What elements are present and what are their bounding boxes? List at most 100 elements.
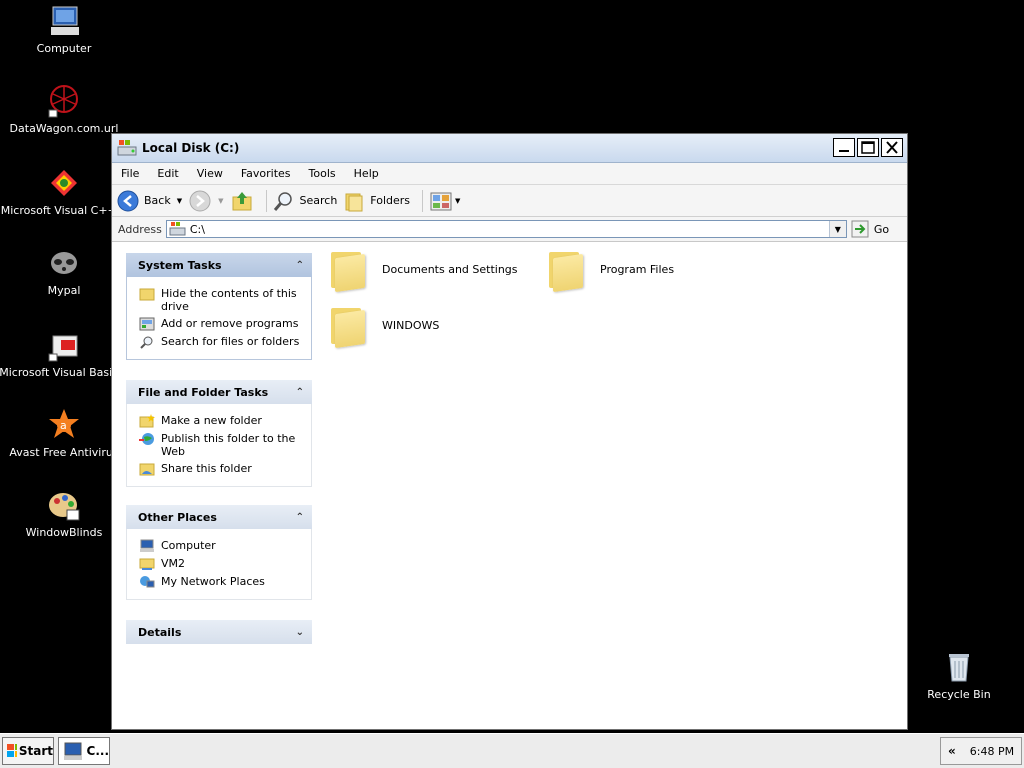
other-places-header[interactable]: Other Places ⌃ <box>126 505 312 529</box>
menu-tools[interactable]: Tools <box>300 167 345 180</box>
drive-icon <box>117 138 137 158</box>
back-arrow-icon <box>117 190 139 211</box>
add-remove-programs-icon <box>139 317 155 331</box>
collapse-chevron-icon[interactable]: ⌃ <box>296 387 304 398</box>
details-panel: Details ⌄ <box>126 620 312 644</box>
back-dropdown-icon[interactable]: ▼ <box>177 197 182 205</box>
drive-icon <box>169 222 186 236</box>
datawagon-icon <box>47 84 81 118</box>
start-button[interactable]: Start <box>2 737 54 765</box>
views-icon <box>430 192 452 210</box>
window-title: Local Disk (C:) <box>142 141 240 155</box>
other-places-panel: Other Places ⌃ Computer VM2 My Network P… <box>126 505 312 600</box>
taskbar-button-local-disk[interactable]: C... <box>58 737 110 765</box>
folder-icon <box>331 250 365 293</box>
place-vm2[interactable]: VM2 <box>139 557 303 571</box>
folder-icon <box>139 288 155 301</box>
share-folder-icon <box>139 463 155 476</box>
menu-file[interactable]: File <box>112 167 148 180</box>
recycle-bin-icon <box>942 650 976 684</box>
task-search-files[interactable]: Search for files or folders <box>139 335 303 349</box>
minimize-button[interactable] <box>833 138 855 157</box>
folder-icon <box>549 250 583 293</box>
views-button[interactable]: ▼ <box>429 190 460 212</box>
network-places-icon <box>140 576 155 588</box>
task-publish-to-web[interactable]: Publish this folder to the Web <box>139 432 303 458</box>
address-bar: Address C:\ ▼ Go <box>112 217 907 242</box>
taskbar: Start C... « 6:48 PM <box>0 733 1024 768</box>
menu-help[interactable]: Help <box>345 167 388 180</box>
forward-dropdown-icon[interactable]: ▼ <box>218 197 223 205</box>
publish-web-icon <box>139 433 154 445</box>
desktop-icon-visual-cpp[interactable]: Microsoft Visual C++ 6 <box>0 166 129 217</box>
menu-edit[interactable]: Edit <box>148 167 187 180</box>
views-dropdown-icon[interactable]: ▼ <box>455 197 460 205</box>
search-icon <box>140 336 153 349</box>
maximize-button[interactable] <box>857 138 879 157</box>
system-tasks-panel: System Tasks ⌃ Hide the contents of this… <box>126 253 312 360</box>
up-folder-button[interactable] <box>230 189 254 213</box>
desktop-icon-mypal[interactable]: Mypal <box>0 246 129 297</box>
task-add-remove-programs[interactable]: Add or remove programs <box>139 317 303 331</box>
folder-icon <box>331 306 365 349</box>
forward-button[interactable]: ▼ <box>188 189 224 213</box>
expand-chevron-icon[interactable]: ⌄ <box>296 627 304 638</box>
desktop-icon-windowblinds[interactable]: WindowBlinds <box>0 488 129 539</box>
task-hide-drive-contents[interactable]: Hide the contents of this drive <box>139 287 303 313</box>
new-folder-icon <box>139 414 155 428</box>
explorer-window: Local Disk (C:) File Edit View Favorites… <box>111 133 908 730</box>
visual-basic-icon <box>47 328 81 362</box>
address-dropdown-button[interactable]: ▼ <box>828 221 846 237</box>
task-share-folder[interactable]: Share this folder <box>139 462 303 476</box>
avast-icon: a <box>47 408 81 442</box>
visual-cpp-icon <box>47 166 81 200</box>
desktop-icon-avast[interactable]: a Avast Free Antivirus <box>0 408 129 459</box>
system-tray: « 6:48 PM <box>940 737 1022 765</box>
windows-logo-icon <box>7 744 17 757</box>
collapse-chevron-icon[interactable]: ⌃ <box>296 512 304 523</box>
file-folder-tasks-header[interactable]: File and Folder Tasks ⌃ <box>126 380 312 404</box>
computer-icon <box>140 539 154 552</box>
details-header[interactable]: Details ⌄ <box>126 620 312 644</box>
back-button[interactable]: Back ▼ <box>116 189 182 213</box>
place-my-network-places[interactable]: My Network Places <box>139 575 303 589</box>
address-label: Address <box>118 222 162 236</box>
mypal-icon <box>47 246 81 280</box>
collapse-chevron-icon[interactable]: ⌃ <box>296 260 304 271</box>
toolbar: Back ▼ ▼ Search Folders ▼ <box>112 185 907 217</box>
file-folder-tasks-panel: File and Folder Tasks ⌃ Make a new folde… <box>126 380 312 487</box>
folder-documents-and-settings[interactable]: Documents and Settings <box>331 250 518 293</box>
task-make-new-folder[interactable]: Make a new folder <box>139 414 303 428</box>
desktop-icon-visual-basic[interactable]: Microsoft Visual Basic 6 <box>0 328 129 379</box>
desktop-icon-computer[interactable]: Computer <box>0 4 129 55</box>
windowblinds-icon <box>47 488 81 522</box>
toolbar-separator <box>422 189 424 212</box>
chevron-down-icon: ▼ <box>834 224 841 234</box>
menu-bar: File Edit View Favorites Tools Help <box>112 163 907 185</box>
svg-text:a: a <box>60 419 67 432</box>
clock[interactable]: 6:48 PM <box>970 745 1014 758</box>
desktop-icon-recycle-bin[interactable]: Recycle Bin <box>894 650 1024 701</box>
network-folder-icon <box>139 558 155 570</box>
system-tasks-header[interactable]: System Tasks ⌃ <box>126 253 312 277</box>
go-button[interactable]: Go <box>851 220 889 238</box>
menu-favorites[interactable]: Favorites <box>232 167 300 180</box>
computer-icon <box>47 4 81 38</box>
folder-windows[interactable]: WINDOWS <box>331 306 439 349</box>
folders-button[interactable]: Folders <box>343 190 410 212</box>
close-icon <box>886 141 898 154</box>
tray-expand-button[interactable]: « <box>948 744 956 758</box>
place-computer[interactable]: Computer <box>139 539 303 553</box>
title-bar[interactable]: Local Disk (C:) <box>112 134 907 163</box>
close-button[interactable] <box>881 138 903 157</box>
address-input[interactable]: C:\ ▼ <box>165 220 847 238</box>
menu-view[interactable]: View <box>188 167 232 180</box>
up-folder-icon <box>232 191 251 210</box>
desktop-icon-datawagon[interactable]: DataWagon.com.url <box>0 84 129 135</box>
search-button[interactable]: Search <box>273 190 337 212</box>
go-arrow-icon <box>851 220 869 238</box>
folder-program-files[interactable]: Program Files <box>549 250 674 293</box>
toolbar-separator <box>265 189 267 212</box>
forward-arrow-icon <box>189 190 211 211</box>
computer-icon <box>64 742 82 760</box>
